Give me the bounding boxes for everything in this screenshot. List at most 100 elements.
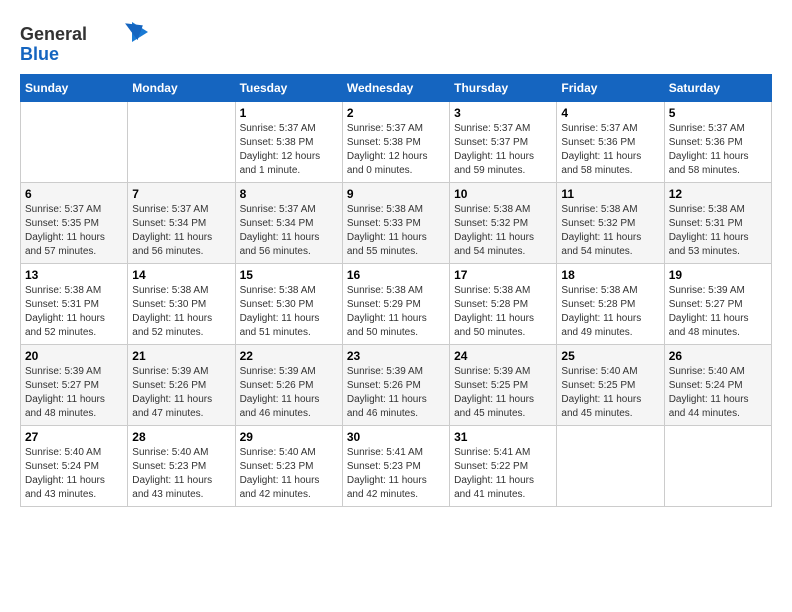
calendar-table: SundayMondayTuesdayWednesdayThursdayFrid…	[20, 74, 772, 507]
calendar-cell: 26Sunrise: 5:40 AMSunset: 5:24 PMDayligh…	[664, 345, 771, 426]
day-number: 8	[240, 187, 338, 201]
weekday-header-wednesday: Wednesday	[342, 75, 449, 102]
day-number: 18	[561, 268, 659, 282]
calendar-cell: 5Sunrise: 5:37 AMSunset: 5:36 PMDaylight…	[664, 102, 771, 183]
calendar-cell: 23 Sunrise: 5:39 AMSunset: 5:26 PMDayligh…	[342, 345, 449, 426]
day-info: Sunrise: 5:39 AMSunset: 5:26 PMDaylight:…	[240, 365, 338, 421]
day-info: Sunrise: 5:37 AMSunset: 5:37 PMDaylight:…	[454, 122, 552, 178]
day-number: 30	[347, 430, 445, 444]
day-number: 6	[25, 187, 123, 201]
weekday-header-friday: Friday	[557, 75, 664, 102]
calendar-cell: 25 Sunrise: 5:40 AMSunset: 5:25 PMDayligh…	[557, 345, 664, 426]
day-info: Sunrise: 5:39 AMSunset: 5:26 PMDaylight:…	[132, 365, 230, 421]
day-number: 23	[347, 349, 445, 363]
calendar-cell: 31 Sunrise: 5:41 AMSunset: 5:22 PMDayligh…	[450, 426, 557, 507]
day-number: 3	[454, 106, 552, 120]
calendar-week-3: 13 Sunrise: 5:38 AMSunset: 5:31 PMDayligh…	[21, 264, 772, 345]
day-info: Sunrise: 5:37 AMSunset: 5:36 PMDaylight:…	[561, 122, 659, 178]
day-number: 25	[561, 349, 659, 363]
weekday-header-saturday: Saturday	[664, 75, 771, 102]
day-number: 7	[132, 187, 230, 201]
day-number: 12	[669, 187, 767, 201]
day-info: Sunrise: 5:38 AMSunset: 5:31 PMDaylight:…	[669, 203, 767, 259]
calendar-cell: 16 Sunrise: 5:38 AMSunset: 5:29 PMDayligh…	[342, 264, 449, 345]
day-number: 29	[240, 430, 338, 444]
calendar-week-5: 27 Sunrise: 5:40 AMSunset: 5:24 PMDayligh…	[21, 426, 772, 507]
day-number: 15	[240, 268, 338, 282]
day-info: Sunrise: 5:40 AMSunset: 5:25 PMDaylight:…	[561, 365, 659, 421]
calendar-cell: 22 Sunrise: 5:39 AMSunset: 5:26 PMDayligh…	[235, 345, 342, 426]
day-info: Sunrise: 5:41 AMSunset: 5:22 PMDaylight:…	[454, 446, 552, 502]
day-info: Sunrise: 5:37 AMSunset: 5:38 PMDaylight:…	[347, 122, 445, 178]
calendar-cell: 6 Sunrise: 5:37 AMSunset: 5:35 PMDaylight…	[21, 183, 128, 264]
calendar-cell: 18 Sunrise: 5:38 AMSunset: 5:28 PMDayligh…	[557, 264, 664, 345]
day-info: Sunrise: 5:40 AMSunset: 5:24 PMDaylight:…	[25, 446, 123, 502]
calendar-cell: 13 Sunrise: 5:38 AMSunset: 5:31 PMDayligh…	[21, 264, 128, 345]
day-info: Sunrise: 5:38 AMSunset: 5:31 PMDaylight:…	[25, 284, 123, 340]
day-number: 4	[561, 106, 659, 120]
calendar-cell: 14 Sunrise: 5:38 AMSunset: 5:30 PMDayligh…	[128, 264, 235, 345]
svg-text:Blue: Blue	[20, 44, 59, 64]
weekday-header-monday: Monday	[128, 75, 235, 102]
calendar-cell	[21, 102, 128, 183]
weekday-header-tuesday: Tuesday	[235, 75, 342, 102]
day-number: 1	[240, 106, 338, 120]
day-info: Sunrise: 5:38 AMSunset: 5:30 PMDaylight:…	[240, 284, 338, 340]
day-number: 9	[347, 187, 445, 201]
day-info: Sunrise: 5:39 AMSunset: 5:25 PMDaylight:…	[454, 365, 552, 421]
day-number: 27	[25, 430, 123, 444]
calendar-cell: 15 Sunrise: 5:38 AMSunset: 5:30 PMDayligh…	[235, 264, 342, 345]
day-info: Sunrise: 5:38 AMSunset: 5:30 PMDaylight:…	[132, 284, 230, 340]
day-number: 16	[347, 268, 445, 282]
calendar-cell: 11 Sunrise: 5:38 AMSunset: 5:32 PMDayligh…	[557, 183, 664, 264]
calendar-header-row: SundayMondayTuesdayWednesdayThursdayFrid…	[21, 75, 772, 102]
day-info: Sunrise: 5:38 AMSunset: 5:29 PMDaylight:…	[347, 284, 445, 340]
day-info: Sunrise: 5:38 AMSunset: 5:32 PMDaylight:…	[561, 203, 659, 259]
calendar-cell	[128, 102, 235, 183]
day-info: Sunrise: 5:38 AMSunset: 5:28 PMDaylight:…	[561, 284, 659, 340]
day-info: Sunrise: 5:37 AMSunset: 5:34 PMDaylight:…	[240, 203, 338, 259]
calendar-cell: 9 Sunrise: 5:38 AMSunset: 5:33 PMDaylight…	[342, 183, 449, 264]
day-info: Sunrise: 5:37 AMSunset: 5:36 PMDaylight:…	[669, 122, 767, 178]
day-number: 17	[454, 268, 552, 282]
day-number: 14	[132, 268, 230, 282]
page-header: General Blue	[20, 20, 772, 64]
calendar-cell: 8 Sunrise: 5:37 AMSunset: 5:34 PMDaylight…	[235, 183, 342, 264]
calendar-cell: 3 Sunrise: 5:37 AMSunset: 5:37 PMDaylight…	[450, 102, 557, 183]
day-number: 10	[454, 187, 552, 201]
logo-svg: General Blue	[20, 20, 150, 64]
day-info: Sunrise: 5:40 AMSunset: 5:23 PMDaylight:…	[132, 446, 230, 502]
day-number: 21	[132, 349, 230, 363]
day-info: Sunrise: 5:39 AMSunset: 5:27 PMDaylight:…	[669, 284, 767, 340]
day-info: Sunrise: 5:40 AMSunset: 5:24 PMDaylight:…	[669, 365, 767, 421]
day-number: 22	[240, 349, 338, 363]
calendar-cell	[664, 426, 771, 507]
weekday-header-thursday: Thursday	[450, 75, 557, 102]
logo: General Blue	[20, 20, 150, 64]
calendar-cell: 21 Sunrise: 5:39 AMSunset: 5:26 PMDayligh…	[128, 345, 235, 426]
svg-text:General: General	[20, 24, 87, 44]
day-info: Sunrise: 5:37 AMSunset: 5:34 PMDaylight:…	[132, 203, 230, 259]
day-info: Sunrise: 5:37 AMSunset: 5:35 PMDaylight:…	[25, 203, 123, 259]
day-info: Sunrise: 5:40 AMSunset: 5:23 PMDaylight:…	[240, 446, 338, 502]
day-info: Sunrise: 5:39 AMSunset: 5:26 PMDaylight:…	[347, 365, 445, 421]
day-info: Sunrise: 5:38 AMSunset: 5:33 PMDaylight:…	[347, 203, 445, 259]
day-info: Sunrise: 5:38 AMSunset: 5:28 PMDaylight:…	[454, 284, 552, 340]
day-number: 28	[132, 430, 230, 444]
calendar-cell: 20Sunrise: 5:39 AMSunset: 5:27 PMDayligh…	[21, 345, 128, 426]
weekday-header-sunday: Sunday	[21, 75, 128, 102]
day-info: Sunrise: 5:38 AMSunset: 5:32 PMDaylight:…	[454, 203, 552, 259]
day-number: 13	[25, 268, 123, 282]
calendar-cell: 28 Sunrise: 5:40 AMSunset: 5:23 PMDayligh…	[128, 426, 235, 507]
calendar-cell: 4 Sunrise: 5:37 AMSunset: 5:36 PMDaylight…	[557, 102, 664, 183]
calendar-cell: 29 Sunrise: 5:40 AMSunset: 5:23 PMDayligh…	[235, 426, 342, 507]
day-number: 31	[454, 430, 552, 444]
day-info: Sunrise: 5:41 AMSunset: 5:23 PMDaylight:…	[347, 446, 445, 502]
calendar-cell: 27 Sunrise: 5:40 AMSunset: 5:24 PMDayligh…	[21, 426, 128, 507]
calendar-week-2: 6 Sunrise: 5:37 AMSunset: 5:35 PMDaylight…	[21, 183, 772, 264]
calendar-cell: 7 Sunrise: 5:37 AMSunset: 5:34 PMDaylight…	[128, 183, 235, 264]
day-number: 20	[25, 349, 123, 363]
day-info: Sunrise: 5:37 AMSunset: 5:38 PMDaylight:…	[240, 122, 338, 178]
day-number: 11	[561, 187, 659, 201]
day-number: 2	[347, 106, 445, 120]
